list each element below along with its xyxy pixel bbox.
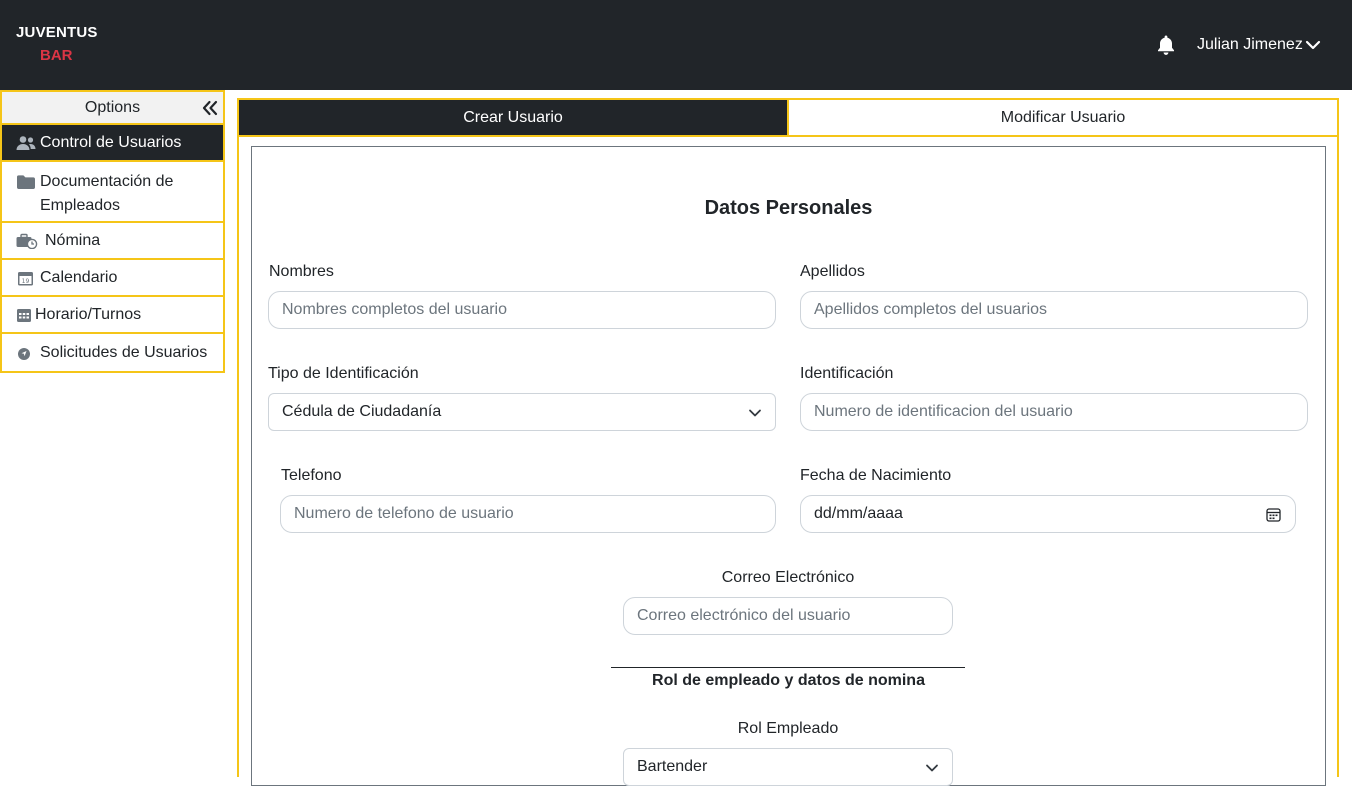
tipo-identificacion-label: Tipo de Identificación bbox=[268, 365, 419, 382]
tipo-identificacion-value: Cédula de Ciudadanía bbox=[282, 403, 442, 420]
sidebar-item-label: Documentación de Empleados bbox=[40, 173, 174, 214]
nombres-input[interactable]: Nombres completos del usuario bbox=[268, 291, 776, 329]
fecha-nacimiento-label: Fecha de Nacimiento bbox=[800, 467, 952, 484]
users-icon bbox=[16, 135, 36, 150]
tab-crear-usuario[interactable]: Crear Usuario bbox=[239, 100, 787, 135]
telefono-label: Telefono bbox=[281, 467, 342, 484]
briefcase-clock-icon bbox=[16, 233, 38, 249]
rol-empleado-value: Bartender bbox=[637, 758, 708, 775]
bell-icon[interactable] bbox=[1156, 34, 1176, 56]
chevron-down-icon bbox=[749, 409, 761, 417]
sidebar-item-horario[interactable]: Horario/Turnos bbox=[2, 297, 223, 334]
sidebar-item-label: Horario/Turnos bbox=[35, 305, 142, 323]
apellidos-input[interactable]: Apellidos completos del usuarios bbox=[800, 291, 1308, 329]
calendar-grid-icon bbox=[17, 308, 31, 322]
sidebar-item-label: Control de Usuarios bbox=[40, 133, 182, 151]
user-menu-name[interactable]: Julian Jimenez bbox=[1197, 36, 1303, 54]
calendar-icon: 19 bbox=[18, 271, 33, 285]
fecha-nacimiento-value: dd/mm/aaaa bbox=[814, 505, 903, 522]
sidebar-item-solicitudes[interactable]: Solicitudes de Usuarios bbox=[2, 334, 223, 371]
sidebar: Options Control de Usuarios Documentació… bbox=[0, 90, 225, 373]
sidebar-item-label: Nómina bbox=[45, 231, 101, 249]
sidebar-item-calendario[interactable]: 19 Calendario bbox=[2, 260, 223, 297]
subsection-title: Rol de empleado y datos de nomina bbox=[652, 672, 925, 689]
svg-text:19: 19 bbox=[22, 277, 30, 284]
sidebar-item-control-usuarios[interactable]: Control de Usuarios bbox=[2, 125, 223, 162]
sidebar-title: Options bbox=[84, 98, 141, 116]
section-title: Datos Personales bbox=[704, 197, 873, 219]
top-navbar: JUVENTUS BAR Julian Jimenez bbox=[0, 0, 1352, 90]
calendar-picker-icon[interactable] bbox=[1266, 507, 1281, 522]
chevron-down-icon[interactable] bbox=[1305, 38, 1321, 52]
rol-empleado-label: Rol Empleado bbox=[737, 720, 839, 737]
sidebar-item-label: Solicitudes de Usuarios bbox=[40, 343, 208, 361]
double-chevron-left-icon[interactable] bbox=[201, 99, 219, 117]
identificacion-label: Identificación bbox=[800, 365, 894, 382]
fecha-nacimiento-input[interactable]: dd/mm/aaaa bbox=[800, 495, 1296, 533]
sidebar-item-nomina[interactable]: Nómina bbox=[2, 223, 223, 260]
correo-label: Correo Electrónico bbox=[721, 569, 855, 586]
rol-empleado-select[interactable]: Bartender bbox=[623, 748, 953, 786]
tipo-identificacion-select[interactable]: Cédula de Ciudadanía bbox=[268, 393, 776, 431]
sidebar-item-label: Calendario bbox=[40, 268, 118, 286]
chevron-down-icon bbox=[926, 764, 938, 772]
brand-logo[interactable]: JUVENTUS BAR bbox=[16, 24, 98, 64]
section-divider bbox=[611, 667, 965, 668]
nombres-label: Nombres bbox=[269, 263, 334, 280]
telefono-input[interactable]: Numero de telefono de usuario bbox=[280, 495, 776, 533]
sidebar-item-documentacion[interactable]: Documentación de Empleados bbox=[2, 162, 223, 223]
sidebar-header: Options bbox=[2, 90, 223, 125]
apellidos-label: Apellidos bbox=[800, 263, 865, 280]
location-arrow-icon bbox=[18, 347, 30, 360]
brand-name: JUVENTUS bbox=[16, 24, 98, 41]
form-card bbox=[251, 146, 1326, 786]
folder-icon bbox=[17, 175, 35, 189]
tab-modificar-usuario[interactable]: Modificar Usuario bbox=[787, 100, 1337, 135]
brand-subname: BAR bbox=[40, 47, 73, 64]
user-tabs: Crear Usuario Modificar Usuario bbox=[237, 98, 1339, 137]
identificacion-input[interactable]: Numero de identificacion del usuario bbox=[800, 393, 1308, 431]
correo-input[interactable]: Correo electrónico del usuario bbox=[623, 597, 953, 635]
